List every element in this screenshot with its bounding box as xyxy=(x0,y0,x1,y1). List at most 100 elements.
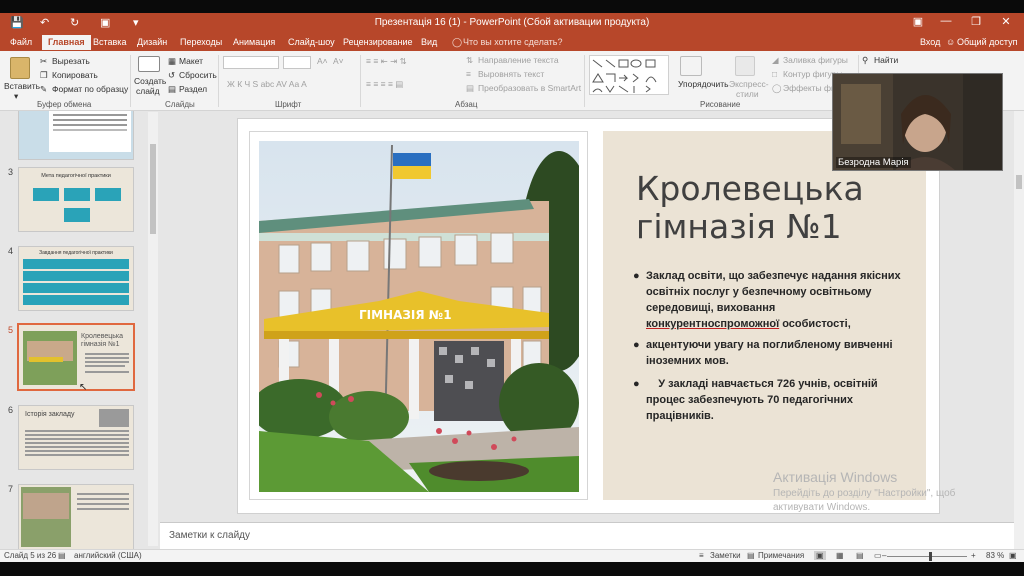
copy-button[interactable]: Копировать xyxy=(52,70,98,80)
ribbon-display-options-icon[interactable]: ▣ xyxy=(908,15,928,28)
font-format-buttons[interactable]: Ж К Ч S abc AV Aa A xyxy=(227,79,307,89)
slide-sorter-icon[interactable]: ▦ xyxy=(836,551,844,560)
minimize-button[interactable]: — xyxy=(936,15,956,27)
shape-outline-icon: □ xyxy=(772,69,778,79)
sign-in-link[interactable]: Вход xyxy=(920,37,940,47)
zoom-slider[interactable] xyxy=(887,556,967,557)
arrange-icon[interactable] xyxy=(680,56,702,76)
slide-thumbnail-2[interactable] xyxy=(18,111,134,160)
windows-activation-title: Активація Windows xyxy=(773,469,898,485)
quick-styles-icon[interactable] xyxy=(735,56,755,76)
shapes-gallery[interactable] xyxy=(589,55,669,95)
tab-transitions[interactable]: Переходы xyxy=(180,37,222,47)
zoom-in-icon[interactable]: + xyxy=(971,551,976,560)
reading-view-icon[interactable]: ▤ xyxy=(856,551,864,560)
quick-styles-label-1[interactable]: Экспресс- xyxy=(729,79,769,89)
zoom-out-icon[interactable]: – xyxy=(882,551,886,560)
shrink-font-icon[interactable]: A˅ xyxy=(333,56,344,66)
notes-pane[interactable]: Заметки к слайду xyxy=(160,522,1014,549)
fit-to-window-icon[interactable]: ▣ xyxy=(1009,551,1017,560)
share-icon[interactable]: ☺ xyxy=(946,37,955,47)
slideshow-view-icon[interactable]: ▭ xyxy=(874,551,882,560)
quick-styles-label-2[interactable]: стили xyxy=(736,89,759,99)
bullet-1[interactable]: ● Заклад освіти, що забезпечує надання я… xyxy=(633,268,903,332)
tab-animation[interactable]: Анимация xyxy=(233,37,275,47)
layout-icon: ▦ xyxy=(168,56,177,66)
thumbnail-box xyxy=(23,271,129,281)
align-icons[interactable]: ≡ ≡ ≡ ≡ ▤ xyxy=(366,79,403,90)
lightbulb-icon: ◯ xyxy=(452,37,463,47)
bullet-2[interactable]: ● акцентуючи увагу на поглибленому вивче… xyxy=(633,337,903,369)
slide-counter: Слайд 5 из 26 xyxy=(4,551,57,560)
new-slide-icon[interactable] xyxy=(138,56,160,72)
school-photo-drawing: ГІМНАЗІЯ №1 xyxy=(259,141,579,492)
normal-view-icon[interactable]: ▣ xyxy=(814,551,826,560)
layout-button[interactable]: Макет xyxy=(179,56,203,66)
tab-file[interactable]: Файл xyxy=(10,37,32,47)
paste-button[interactable]: Вставить xyxy=(4,81,40,91)
tell-me-box[interactable]: Что вы хотите сделать? xyxy=(463,37,563,47)
tab-slideshow[interactable]: Слайд-шоу xyxy=(288,37,335,47)
grow-font-icon[interactable]: A˄ xyxy=(317,56,328,66)
scrollbar-thumb[interactable] xyxy=(150,144,156,234)
slide-number-3: 3 xyxy=(8,167,14,177)
notes-placeholder[interactable]: Заметки к слайду xyxy=(169,530,250,541)
align-text-button[interactable]: Выровнять текст xyxy=(478,69,544,79)
top-black-strip xyxy=(0,0,1024,13)
font-size-input[interactable] xyxy=(283,56,311,69)
tab-view[interactable]: Вид xyxy=(421,37,437,47)
notes-toggle-button[interactable]: Заметки xyxy=(710,551,741,560)
thumbnail-box xyxy=(64,188,90,201)
slide-thumbnail-6[interactable]: Історія закладу xyxy=(18,405,134,470)
language-indicator[interactable]: английский (США) xyxy=(74,551,142,560)
window-title: Презентація 16 (1) - PowerPoint (Сбой ак… xyxy=(374,17,650,28)
bullet-2-text: акцентуючи увагу на поглибленому вивченн… xyxy=(646,339,893,367)
slide-thumbnail-4[interactable]: Завдання педагогічної практики xyxy=(18,246,134,311)
scrollbar-thumb[interactable] xyxy=(1016,175,1022,189)
tab-insert[interactable]: Вставка xyxy=(93,37,126,47)
slide-thumbnail-7[interactable] xyxy=(18,484,134,549)
section-button[interactable]: Раздел xyxy=(179,84,207,94)
tab-design[interactable]: Дизайн xyxy=(137,37,167,47)
slide-thumbnail-5[interactable]: Кролевецька гімназія №1 xyxy=(17,323,135,391)
comments-toggle-button[interactable]: Примечания xyxy=(758,551,804,560)
bullet-3[interactable]: ● У закладі навчається 726 учнів, освітн… xyxy=(633,376,903,424)
arrange-button[interactable]: Упорядочить xyxy=(678,79,729,89)
slide-thumbnail-3[interactable]: Мета педагогічної практики xyxy=(18,167,134,232)
school-photo[interactable]: ГІМНАЗІЯ №1 xyxy=(259,141,579,492)
thumbnails-scrollbar[interactable] xyxy=(148,112,158,546)
share-button[interactable]: Общий доступ xyxy=(957,37,1017,47)
bullet-1-underlined-word: конкурентноспроможної xyxy=(646,318,780,330)
status-bar: Слайд 5 из 26 ▤ английский (США) ≡ Замет… xyxy=(0,549,1024,562)
thumbnail-text-block xyxy=(49,111,131,152)
find-button[interactable]: Найти xyxy=(874,55,898,65)
ribbon-tabs: Файл Главная Вставка Дизайн Переходы Ани… xyxy=(0,33,1024,51)
bullet-dot-icon: ● xyxy=(633,270,640,282)
slides-group-label: Слайды xyxy=(165,100,195,109)
paste-icon[interactable] xyxy=(10,57,30,79)
maximize-button[interactable]: ❐ xyxy=(966,15,986,28)
tab-review[interactable]: Рецензирование xyxy=(343,37,413,47)
slide-title[interactable]: Кролевецька гімназія №1 xyxy=(636,170,926,246)
new-slide-label-1[interactable]: Создать xyxy=(134,76,166,86)
reset-button[interactable]: Сбросить xyxy=(179,70,217,80)
cut-button[interactable]: Вырезать xyxy=(52,56,90,66)
text-direction-button[interactable]: Направление текста xyxy=(478,55,559,65)
zoom-slider-thumb[interactable] xyxy=(929,552,932,561)
paste-dropdown-icon[interactable]: ▾ xyxy=(14,91,18,102)
format-painter-button[interactable]: Формат по образцу xyxy=(52,84,128,94)
slide-scrollbar[interactable] xyxy=(1014,111,1024,549)
tab-home[interactable]: Главная xyxy=(42,35,91,50)
spellcheck-icon[interactable]: ▤ xyxy=(58,551,66,560)
shape-fill-button[interactable]: Заливка фигуры xyxy=(783,55,848,65)
close-button[interactable]: ✕ xyxy=(996,15,1016,28)
shape-fill-icon: ◢ xyxy=(772,55,779,65)
bullets-icon[interactable]: ≡ ≡ ⇤ ⇥ ⇅ xyxy=(366,56,407,67)
font-name-input[interactable] xyxy=(223,56,279,69)
convert-smartart-button[interactable]: Преобразовать в SmartArt xyxy=(478,83,581,93)
thumbnail-title: Мета педагогічної практики xyxy=(41,173,111,179)
new-slide-label-2[interactable]: слайд xyxy=(136,86,160,96)
webcam-overlay[interactable]: Безродна Марія xyxy=(832,73,1003,171)
zoom-level[interactable]: 83 % xyxy=(986,551,1004,560)
paragraph-group-label: Абзац xyxy=(455,100,478,109)
